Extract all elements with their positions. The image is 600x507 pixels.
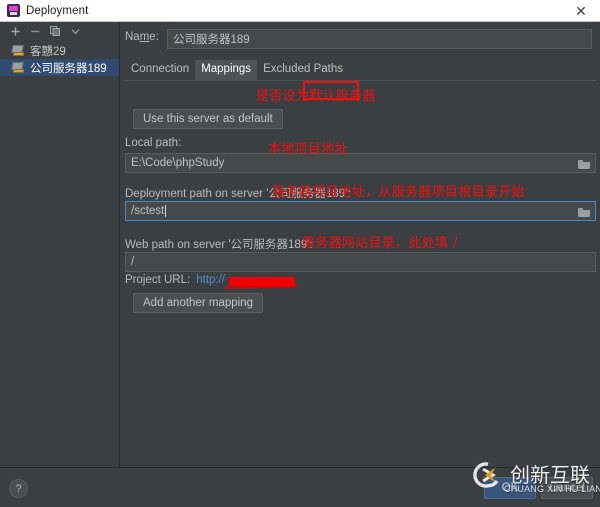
web-path-label: Web path on server '公司服务器189': — [125, 239, 313, 251]
project-url-link[interactable]: http:// — [196, 274, 225, 286]
name-input[interactable]: 公司服务器189 — [167, 29, 592, 49]
tab-connection[interactable]: Connection — [125, 60, 195, 80]
window-titlebar: Deployment ✕ — [0, 0, 600, 22]
tab-excluded-paths[interactable]: Excluded Paths — [257, 60, 349, 80]
sidebar-item-label: 公司服务器189 — [30, 62, 107, 75]
window-title: Deployment — [26, 4, 89, 17]
name-label: Name: — [125, 31, 159, 43]
local-path-value: E:\Code\phpStudy — [131, 157, 225, 169]
remove-server-button[interactable] — [25, 23, 45, 39]
folder-icon — [578, 159, 590, 169]
sidebar-item-label: 客戇29 — [30, 45, 66, 58]
cancel-button[interactable]: Cancel — [541, 477, 593, 499]
add-another-mapping-button[interactable]: Add another mapping — [133, 293, 263, 313]
name-row: Name: — [125, 31, 159, 43]
server-list-sidebar: 客戇29 公司服务器189 — [0, 22, 120, 467]
use-server-as-default-button[interactable]: Use this server as default — [133, 109, 283, 129]
server-icon — [11, 62, 25, 73]
dialog-footer: ? OK Cancel — [0, 467, 600, 507]
server-icon — [11, 45, 25, 56]
add-server-button[interactable] — [5, 23, 25, 39]
sidebar-item-server-1[interactable]: 公司服务器189 — [0, 59, 119, 76]
redaction-bar — [228, 276, 295, 286]
text-caret — [165, 205, 167, 217]
local-path-browse-button[interactable] — [574, 155, 594, 173]
deployment-dialog: Deployment ✕ 客戇29 公司服务器189 Name: 公司服务器18… — [0, 0, 600, 507]
ok-button[interactable]: OK — [484, 477, 536, 499]
web-path-input[interactable]: / — [125, 252, 596, 272]
annotation-use-default: 是否设为默认服务器 — [256, 89, 376, 104]
sidebar-item-server-0[interactable]: 客戇29 — [0, 42, 119, 59]
annotation-web-path: 服务器网站目录，此处填 / — [302, 236, 458, 251]
annotation-deployment-path: 服务器项目地址，从服务器项目根目录开始 — [272, 185, 525, 200]
server-list: 客戇29 公司服务器189 — [0, 42, 119, 76]
project-url-row: Project URL: http:// — [125, 274, 295, 286]
deployment-path-value: /sctest — [131, 205, 165, 217]
help-icon[interactable]: ? — [9, 479, 28, 498]
copy-server-button[interactable] — [45, 23, 65, 39]
local-path-input[interactable]: E:\Code\phpStudy — [125, 153, 596, 173]
web-path-value: / — [131, 256, 135, 268]
use-server-as-default-label: Use this server as default — [143, 113, 273, 125]
deployment-path-input[interactable]: /sctest — [125, 201, 596, 221]
deployment-path-browse-button[interactable] — [574, 203, 594, 221]
close-icon[interactable]: ✕ — [562, 0, 600, 21]
folder-icon — [578, 207, 590, 217]
project-url-label: Project URL: — [125, 274, 191, 286]
deployment-icon — [7, 4, 20, 17]
add-another-mapping-label: Add another mapping — [143, 297, 253, 309]
settings-tabs: Connection Mappings Excluded Paths — [125, 60, 596, 81]
local-path-label: Local path: — [125, 137, 182, 149]
annotation-local-path: 本地项目地址 — [268, 142, 348, 157]
tab-mappings[interactable]: Mappings — [195, 60, 258, 80]
sidebar-toolbar — [0, 22, 119, 40]
more-options-button[interactable] — [65, 23, 85, 39]
